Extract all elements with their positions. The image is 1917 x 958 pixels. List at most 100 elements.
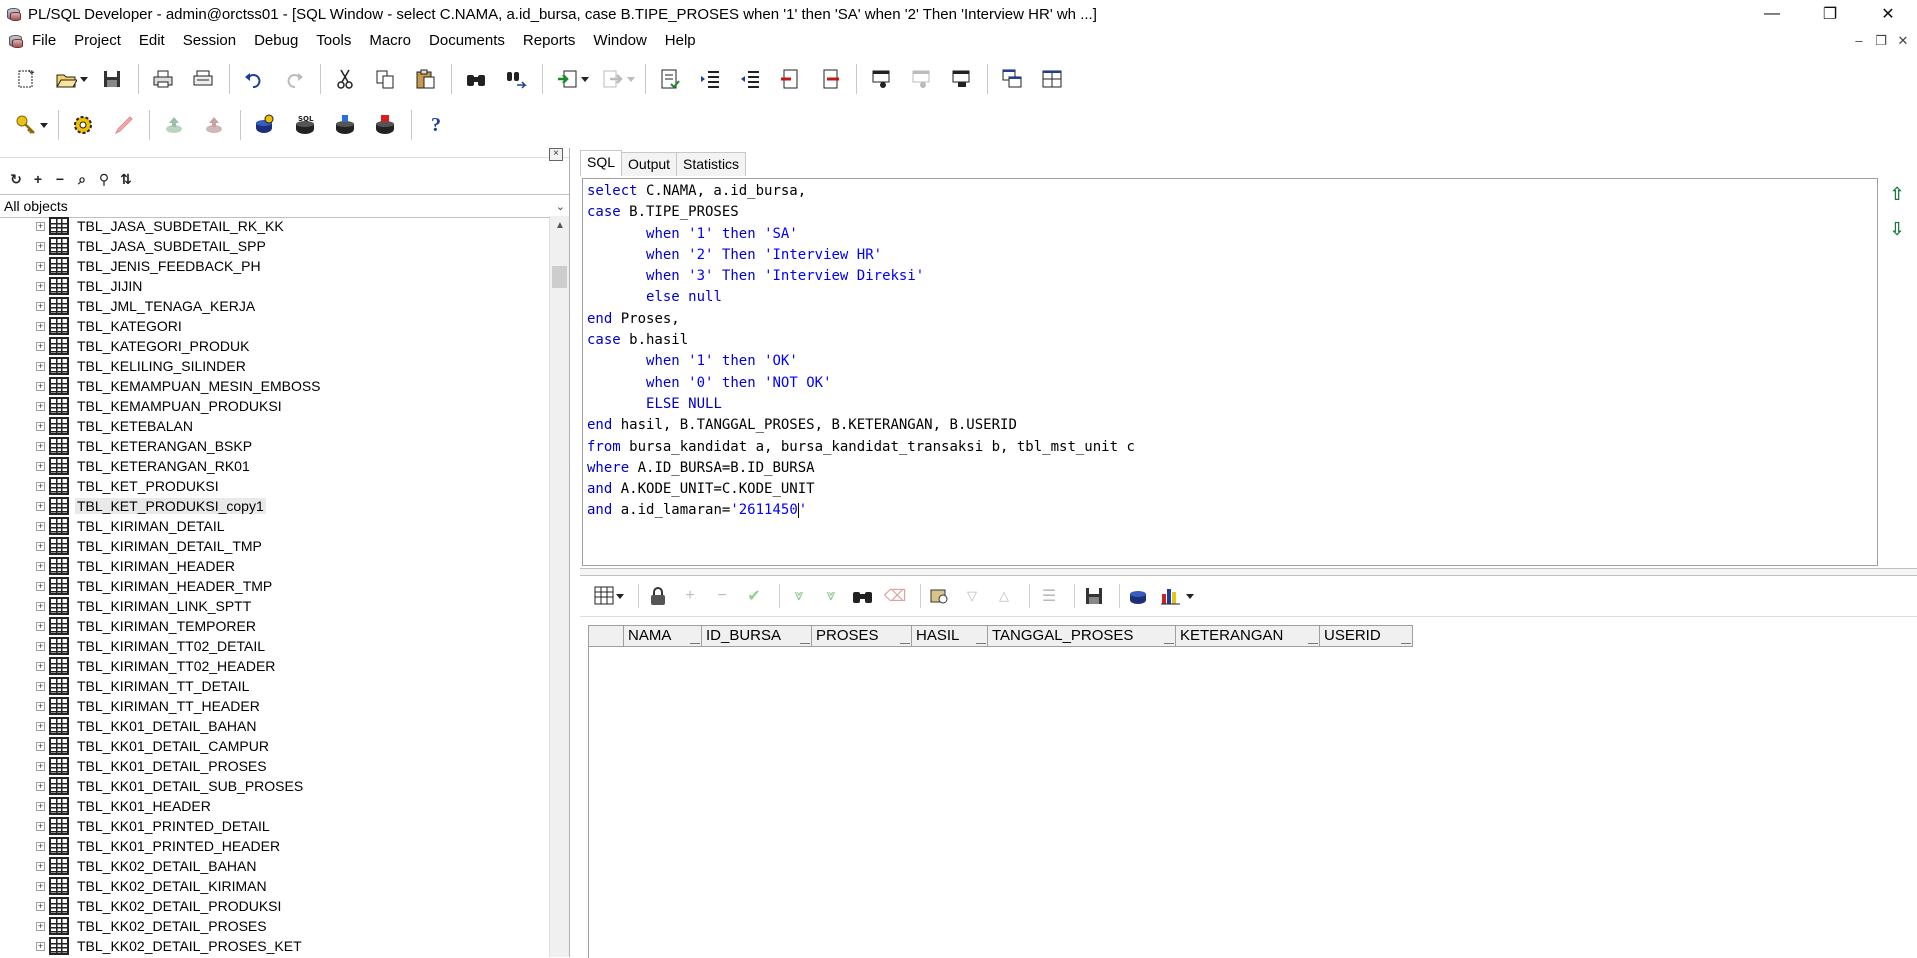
menu-window[interactable]: Window	[584, 28, 655, 54]
filter-up-icon[interactable]: △	[991, 583, 1017, 609]
print-preview-icon[interactable]	[187, 63, 219, 95]
expand-icon[interactable]: +	[36, 221, 45, 231]
tree-item[interactable]: + TBL_KK02_DETAIL_PRODUKSI	[0, 896, 548, 916]
session-icon[interactable]	[249, 109, 281, 141]
tree-item[interactable]: + TBL_KK02_DETAIL_PROSES_KET	[0, 936, 548, 956]
undo-icon[interactable]	[238, 63, 270, 95]
tree-item[interactable]: + TBL_JML_TENAGA_KERJA	[0, 296, 548, 316]
menu-macro[interactable]: Macro	[360, 28, 420, 54]
paste-icon[interactable]	[409, 63, 441, 95]
tab-statistics[interactable]: Statistics	[676, 152, 747, 176]
column-options-button[interactable]	[690, 628, 700, 644]
remove-icon[interactable]: −	[52, 171, 68, 187]
open-dropdown-arrow[interactable]	[80, 76, 88, 82]
break-icon[interactable]	[107, 109, 139, 141]
refresh-icon[interactable]: ↻	[8, 171, 24, 188]
arrow-up-icon[interactable]: ⇧	[1887, 184, 1907, 205]
column-header[interactable]: PROSES	[812, 625, 912, 647]
tree-item[interactable]: + TBL_KIRIMAN_LINK_SPTT	[0, 596, 548, 616]
column-options-button[interactable]	[800, 628, 810, 644]
export-icon[interactable]	[1126, 583, 1152, 609]
find-icon[interactable]: ⌕	[74, 171, 90, 188]
cascade-icon[interactable]	[996, 63, 1028, 95]
tree-item[interactable]: + TBL_KIRIMAN_TT_HEADER	[0, 696, 548, 716]
scroll-up-icon[interactable]: ▲	[555, 220, 565, 231]
tree-item[interactable]: + TBL_KK02_DETAIL_BAHAN	[0, 856, 548, 876]
menu-help[interactable]: Help	[656, 28, 705, 54]
tree-item[interactable]: + TBL_KATEGORI	[0, 316, 548, 336]
menu-session[interactable]: Session	[174, 28, 245, 54]
commit-icon[interactable]	[158, 109, 190, 141]
expand-icon[interactable]: +	[36, 321, 45, 331]
expand-icon[interactable]: +	[36, 661, 45, 671]
tree-item[interactable]: + TBL_KETERANGAN_BSKP	[0, 436, 548, 456]
scroll-thumb[interactable]	[552, 266, 567, 288]
expand-icon[interactable]: +	[36, 781, 45, 791]
post-icon[interactable]: ✔	[741, 583, 767, 609]
expand-icon[interactable]: +	[36, 381, 45, 391]
expand-icon[interactable]: +	[36, 941, 45, 951]
window-list-icon[interactable]	[945, 63, 977, 95]
minimize-button[interactable]: —	[1743, 0, 1801, 28]
tree-item[interactable]: + TBL_KIRIMAN_HEADER	[0, 556, 548, 576]
expand-icon[interactable]: +	[36, 241, 45, 251]
lowercase-icon[interactable]	[814, 63, 846, 95]
expand-icon[interactable]: +	[36, 301, 45, 311]
grid-row-indicator-header[interactable]	[588, 625, 624, 647]
object-tree-scrollbar[interactable]: ▲	[549, 216, 569, 957]
mdi-window-icon[interactable]	[8, 33, 24, 49]
expand-icon[interactable]: +	[36, 801, 45, 811]
expand-icon[interactable]: +	[36, 541, 45, 551]
grid-select-icon[interactable]	[592, 583, 618, 609]
unindent-icon[interactable]	[734, 63, 766, 95]
expand-icon[interactable]: +	[36, 341, 45, 351]
key-dropdown-arrow[interactable]	[40, 122, 48, 128]
expand-icon[interactable]: +	[36, 561, 45, 571]
find-icon[interactable]	[460, 63, 492, 95]
tree-item[interactable]: + TBL_KELILING_SILINDER	[0, 356, 548, 376]
arrow-down-icon[interactable]: ⇩	[1887, 219, 1907, 240]
column-header[interactable]: TANGGAL_PROSES	[988, 625, 1176, 647]
menu-documents[interactable]: Documents	[420, 28, 514, 54]
expand-icon[interactable]: +	[36, 641, 45, 651]
indent-icon[interactable]	[694, 63, 726, 95]
tree-item[interactable]: + TBL_KK02_DETAIL_PROSES	[0, 916, 548, 936]
tree-item[interactable]: + TBL_KIRIMAN_DETAIL	[0, 516, 548, 536]
tile-icon[interactable]	[1036, 63, 1068, 95]
tree-item[interactable]: + TBL_JASA_SUBDETAIL_SPP	[0, 236, 548, 256]
uppercase-icon[interactable]	[774, 63, 806, 95]
tree-item[interactable]: + TBL_KETEBALAN	[0, 416, 548, 436]
tree-item[interactable]: + TBL_KEMAMPUAN_MESIN_EMBOSS	[0, 376, 548, 396]
expand-icon[interactable]: +	[36, 521, 45, 531]
expand-icon[interactable]: +	[36, 481, 45, 491]
object-filter-select[interactable]: All objects ⌄	[0, 194, 569, 218]
template-icon[interactable]	[654, 63, 686, 95]
help-icon[interactable]: ?	[420, 109, 452, 141]
add-record-icon[interactable]: +	[677, 583, 703, 609]
open-icon[interactable]	[50, 63, 82, 95]
expand-icon[interactable]: +	[36, 821, 45, 831]
column-options-button[interactable]	[900, 628, 910, 644]
connect-icon[interactable]	[329, 109, 361, 141]
save-icon[interactable]	[96, 63, 128, 95]
mdi-close-button[interactable]: ✕	[1895, 33, 1911, 49]
tab-sql[interactable]: SQL	[580, 150, 623, 176]
pane-splitter[interactable]	[580, 568, 1917, 576]
tree-item[interactable]: + TBL_JASA_SUBDETAIL_RK_KK	[0, 216, 548, 236]
tree-item[interactable]: + TBL_KK01_DETAIL_CAMPUR	[0, 736, 548, 756]
object-browser-close-button[interactable]: ×	[549, 148, 563, 161]
tree-item[interactable]: + TBL_KIRIMAN_TT_DETAIL	[0, 676, 548, 696]
expand-icon[interactable]: +	[36, 841, 45, 851]
tree-item[interactable]: + TBL_KET_PRODUKSI_copy1	[0, 496, 548, 516]
column-header[interactable]: USERID	[1320, 625, 1413, 647]
mdi-minimize-button[interactable]: –	[1851, 33, 1867, 49]
grid-select-dropdown-arrow[interactable]	[616, 593, 624, 599]
expand-icon[interactable]: +	[36, 601, 45, 611]
menu-edit[interactable]: Edit	[130, 28, 174, 54]
copy-icon[interactable]	[369, 63, 401, 95]
column-header[interactable]: NAMA	[624, 625, 702, 647]
tree-item[interactable]: + TBL_KEMAMPUAN_PRODUKSI	[0, 396, 548, 416]
expand-icon[interactable]: +	[36, 501, 45, 511]
tree-item[interactable]: + TBL_JIJIN	[0, 276, 548, 296]
filter-icon[interactable]: ⚲	[96, 171, 112, 188]
